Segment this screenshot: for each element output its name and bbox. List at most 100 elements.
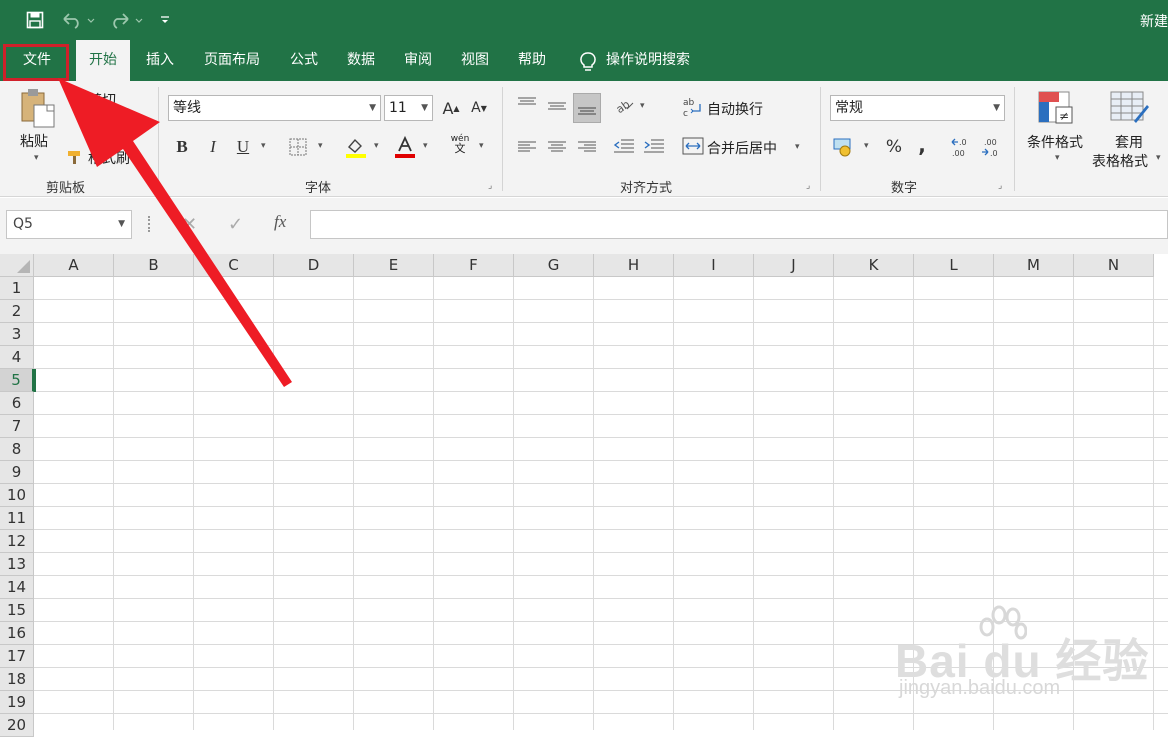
format-as-table-label-2[interactable]: 表格格式 <box>1092 151 1148 171</box>
grow-font-button[interactable]: A ▲ <box>441 95 461 121</box>
select-all-button[interactable] <box>0 254 34 277</box>
accounting-dropdown[interactable]: ▾ <box>864 141 869 151</box>
column-header[interactable]: H <box>594 254 674 277</box>
format-as-table-icon[interactable] <box>1110 91 1150 131</box>
font-name-select[interactable]: 等线 ▼ <box>168 95 381 121</box>
row-header[interactable]: 19 <box>0 691 34 714</box>
formula-input[interactable] <box>310 210 1168 239</box>
row-header[interactable]: 10 <box>0 484 34 507</box>
customize-icon[interactable] <box>156 8 174 32</box>
font-size-select[interactable]: 11 ▼ <box>384 95 433 121</box>
orientation-icon[interactable]: ab <box>613 95 635 119</box>
borders-dropdown[interactable]: ▾ <box>318 141 323 151</box>
align-bottom-button[interactable] <box>573 93 601 123</box>
row-header[interactable]: 13 <box>0 553 34 576</box>
conditional-formatting-dropdown[interactable]: ▾ <box>1055 153 1060 163</box>
phonetic-button[interactable]: wén 文 <box>449 134 471 154</box>
cancel-icon[interactable]: ✕ <box>182 214 197 235</box>
merge-center-dropdown[interactable]: ▾ <box>795 142 800 152</box>
undo-icon[interactable] <box>58 8 98 32</box>
tab-formulas[interactable]: 公式 <box>280 40 328 81</box>
increase-indent-icon[interactable] <box>643 137 665 159</box>
tab-help[interactable]: 帮助 <box>508 40 556 81</box>
percent-button[interactable]: % <box>882 135 906 159</box>
comma-style-button[interactable]: , <box>912 133 932 157</box>
align-top-icon[interactable] <box>517 95 537 114</box>
column-header[interactable]: M <box>994 254 1074 277</box>
paste-label[interactable]: 粘贴 <box>20 131 48 151</box>
conditional-formatting-icon[interactable]: ≠ <box>1038 91 1076 131</box>
font-dialog-launcher[interactable]: ⌟ <box>488 181 492 191</box>
tab-insert[interactable]: 插入 <box>136 40 184 81</box>
font-color-icon[interactable] <box>393 135 417 163</box>
wrap-text-button[interactable]: 自动换行 <box>707 99 763 119</box>
shrink-font-button[interactable]: A ▼ <box>469 95 489 121</box>
column-header[interactable]: G <box>514 254 594 277</box>
tab-home[interactable]: 开始 <box>76 40 130 81</box>
row-header[interactable]: 15 <box>0 599 34 622</box>
fill-color-dropdown[interactable]: ▾ <box>374 141 379 151</box>
column-header[interactable]: A <box>34 254 114 277</box>
row-header[interactable]: 17 <box>0 645 34 668</box>
number-format-select[interactable]: 常规 ▼ <box>830 95 1005 121</box>
wrap-text-icon[interactable]: ab c <box>682 96 704 122</box>
column-header[interactable]: I <box>674 254 754 277</box>
tab-review[interactable]: 审阅 <box>394 40 442 81</box>
row-header[interactable]: 9 <box>0 461 34 484</box>
increase-decimal-icon[interactable]: .0.00 <box>950 136 974 162</box>
column-header[interactable]: D <box>274 254 354 277</box>
copy-button[interactable]: 复制 <box>88 119 116 139</box>
row-header[interactable]: 4 <box>0 346 34 369</box>
font-color-dropdown[interactable]: ▾ <box>423 141 428 151</box>
column-header[interactable]: N <box>1074 254 1154 277</box>
align-left-icon[interactable] <box>517 139 537 158</box>
borders-icon[interactable] <box>289 138 307 160</box>
decrease-decimal-icon[interactable]: .00.0 <box>980 136 1004 162</box>
format-as-table-label-1[interactable]: 套用 <box>1115 132 1143 152</box>
format-painter-icon[interactable] <box>66 149 84 169</box>
cut-button[interactable]: 剪切 <box>88 90 116 110</box>
copy-dropdown[interactable]: ▾ <box>134 122 139 132</box>
tell-me-search[interactable]: 操作说明搜索 <box>606 40 706 81</box>
enter-icon[interactable]: ✓ <box>228 214 243 235</box>
paste-icon[interactable] <box>18 87 58 135</box>
row-header[interactable]: 5 <box>0 369 34 392</box>
row-header[interactable]: 6 <box>0 392 34 415</box>
row-header[interactable]: 14 <box>0 576 34 599</box>
formula-bar-splitter[interactable] <box>148 216 152 232</box>
row-header[interactable]: 3 <box>0 323 34 346</box>
tab-page-layout[interactable]: 页面布局 <box>194 40 270 81</box>
column-header[interactable]: B <box>114 254 194 277</box>
column-header[interactable]: L <box>914 254 994 277</box>
row-header[interactable]: 8 <box>0 438 34 461</box>
underline-dropdown[interactable]: ▾ <box>261 141 266 151</box>
row-header[interactable]: 18 <box>0 668 34 691</box>
italic-button[interactable]: I <box>201 135 225 159</box>
decrease-indent-icon[interactable] <box>613 137 635 159</box>
accounting-format-icon[interactable] <box>833 137 857 161</box>
format-painter-button[interactable]: 格式刷 <box>88 148 130 168</box>
align-right-icon[interactable] <box>577 139 597 158</box>
row-header[interactable]: 2 <box>0 300 34 323</box>
row-header[interactable]: 11 <box>0 507 34 530</box>
column-header[interactable]: E <box>354 254 434 277</box>
orientation-dropdown[interactable]: ▾ <box>640 101 645 111</box>
insert-function-icon[interactable]: fx <box>274 212 286 232</box>
row-header[interactable]: 7 <box>0 415 34 438</box>
alignment-dialog-launcher[interactable]: ⌟ <box>806 181 810 191</box>
bold-button[interactable]: B <box>170 135 194 159</box>
column-header[interactable]: C <box>194 254 274 277</box>
merge-center-icon[interactable] <box>682 137 704 159</box>
row-header[interactable]: 1 <box>0 277 34 300</box>
row-header[interactable]: 16 <box>0 622 34 645</box>
format-as-table-dropdown[interactable]: ▾ <box>1156 153 1161 163</box>
underline-button[interactable]: U <box>231 135 255 159</box>
redo-icon[interactable] <box>106 8 146 32</box>
conditional-formatting-button[interactable]: 条件格式 <box>1027 132 1083 152</box>
tab-view[interactable]: 视图 <box>451 40 499 81</box>
fill-color-icon[interactable] <box>344 135 368 163</box>
column-header[interactable]: J <box>754 254 834 277</box>
save-icon[interactable] <box>22 8 48 32</box>
align-center-icon[interactable] <box>547 139 567 158</box>
name-box[interactable]: Q5 ▼ <box>6 210 132 239</box>
